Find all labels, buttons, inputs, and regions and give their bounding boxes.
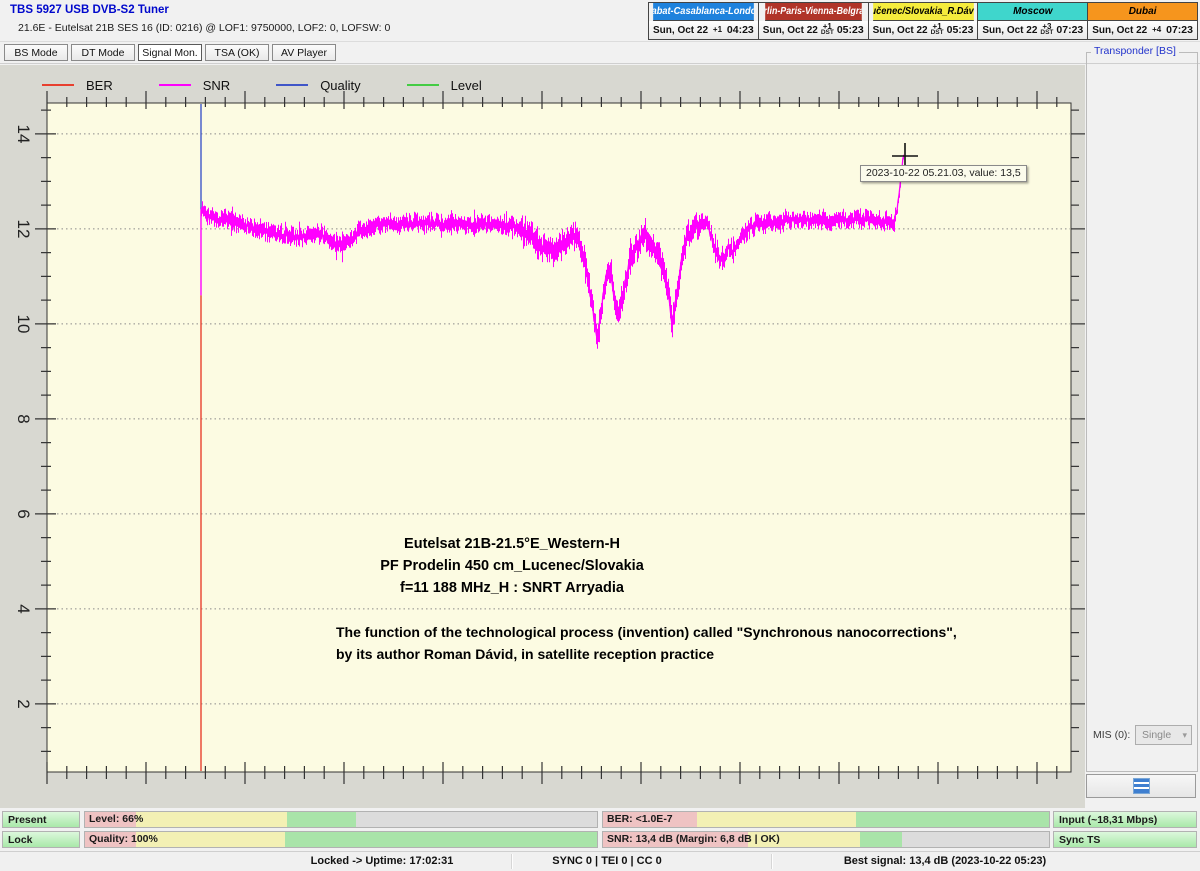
clock-time-row: Sun, Oct 22+1DST05:23: [759, 21, 868, 40]
progress-bar: SNR: 13,4 dB (Margin: 6,8 dB | OK): [602, 831, 1050, 848]
chart-value-tooltip: 2023-10-22 05.21.03, value: 13,5: [860, 165, 1027, 182]
list-icon: [1133, 778, 1150, 794]
clock-time: 07:23: [1056, 24, 1083, 36]
clock-time-row: Sun, Oct 22+1DST05:23: [869, 21, 978, 40]
progress-bar: BER: <1.0E-7: [602, 811, 1050, 828]
mis-selected-value: Single: [1142, 729, 1171, 741]
clock-time-row: Sun, Oct 22+104:23: [649, 21, 758, 40]
statusbar-separator: [771, 854, 773, 869]
clock-city-name: Moscow: [978, 3, 1087, 21]
window-title: TBS 5927 USB DVB-S2 Tuner: [10, 4, 169, 16]
transponder-sidebar: Transponder [BS] Frequency:11188,368 MHz…: [1085, 0, 1200, 870]
best-signal-status: Best signal: 13,4 dB (2023-10-22 05:23): [844, 855, 1046, 867]
tab-bs-mode[interactable]: BS Mode: [4, 44, 68, 61]
status-box-present: Present: [2, 811, 80, 828]
clock-column: MoscowSun, Oct 22+3DST07:23: [978, 3, 1088, 40]
transponder-group-label: Transponder [BS]: [1091, 45, 1179, 57]
stream-list-button[interactable]: [1086, 774, 1196, 798]
clock-utc-offset: +3DST: [1037, 24, 1056, 36]
mis-dropdown[interactable]: Single ▾: [1135, 725, 1192, 745]
signal-monitor-chart: BERSNRQualityLevel 2468101214 Eutelsat 2…: [0, 65, 1085, 808]
clock-city-name: Berlin-Paris-Vienna-Belgrade: [765, 3, 861, 21]
clock-utc-offset: +1DST: [928, 24, 947, 36]
status-box-lock: Lock: [2, 831, 80, 848]
progress-bar-label: Quality: 100%: [89, 833, 158, 845]
mode-tabbar: BS ModeDT ModeSignal Mon.TSA (OK)AV Play…: [4, 44, 336, 62]
clock-time: 05:23: [947, 24, 974, 36]
y-tick-label: 2: [13, 699, 33, 708]
clock-date: Sun, Oct 22: [653, 25, 708, 36]
y-tick-label: 6: [13, 509, 33, 518]
y-tick-label: 12: [13, 219, 33, 238]
clock-column: Lučenec/Slovakia_R.DávidSun, Oct 22+1DST…: [869, 3, 979, 40]
y-tick-label: 10: [13, 314, 33, 333]
clock-city-name: Rabat-Casablanca-London: [653, 3, 753, 21]
progress-bar: Level: 66%: [84, 811, 598, 828]
chart-annotation-site: Eutelsat 21B-21.5°E_Western-H PF Prodeli…: [380, 533, 644, 599]
tuner-subtitle: 21.6E - Eutelsat 21B SES 16 (ID: 0216) @…: [18, 22, 390, 34]
clock-time-row: Sun, Oct 22+3DST07:23: [978, 21, 1087, 40]
tab-av-player[interactable]: AV Player: [272, 44, 336, 61]
y-tick-label: 4: [13, 604, 33, 613]
statusbar: Locked -> Uptime: 17:02:31 SYNC 0 | TEI …: [0, 851, 1200, 871]
chart-annotation-description: The function of the technological proces…: [336, 621, 957, 665]
clock-column: Rabat-Casablanca-LondonSun, Oct 22+104:2…: [649, 3, 759, 40]
clock-utc-offset: +1: [710, 27, 725, 33]
clock-city-name: Lučenec/Slovakia_R.Dávid: [873, 3, 973, 21]
clock-date: Sun, Oct 22: [982, 25, 1037, 36]
sync-status: SYNC 0 | TEI 0 | CC 0: [552, 855, 661, 867]
chevron-down-icon: ▾: [1182, 730, 1187, 741]
uptime-status: Locked -> Uptime: 17:02:31: [311, 855, 454, 867]
clock-time: 04:23: [727, 24, 754, 36]
status-box: Sync TS: [1053, 831, 1197, 848]
status-box: Input (~18,31 Mbps): [1053, 811, 1197, 828]
transponder-groupbox: [1086, 52, 1198, 772]
progress-bar-label: Level: 66%: [89, 813, 143, 825]
mis-label: MIS (0):: [1093, 729, 1130, 741]
tab-dt-mode[interactable]: DT Mode: [71, 44, 135, 61]
clock-date: Sun, Oct 22: [873, 25, 928, 36]
y-tick-label: 8: [13, 414, 33, 423]
y-tick-label: 14: [13, 124, 33, 143]
tabbar-divider: [0, 63, 1200, 64]
progress-bar-label: SNR: 13,4 dB (Margin: 6,8 dB | OK): [607, 833, 780, 845]
progress-bar-label: BER: <1.0E-7: [607, 813, 673, 825]
header-divider: [0, 41, 1200, 42]
clock-column: Berlin-Paris-Vienna-BelgradeSun, Oct 22+…: [759, 3, 869, 40]
tab-tsa-ok-[interactable]: TSA (OK): [205, 44, 269, 61]
statusbar-separator: [511, 854, 513, 869]
clock-utc-offset: +1DST: [818, 24, 837, 36]
tab-signal-mon-[interactable]: Signal Mon.: [138, 44, 202, 61]
clock-date: Sun, Oct 22: [763, 25, 818, 36]
clock-time: 05:23: [837, 24, 864, 36]
progress-bar: Quality: 100%: [84, 831, 598, 848]
